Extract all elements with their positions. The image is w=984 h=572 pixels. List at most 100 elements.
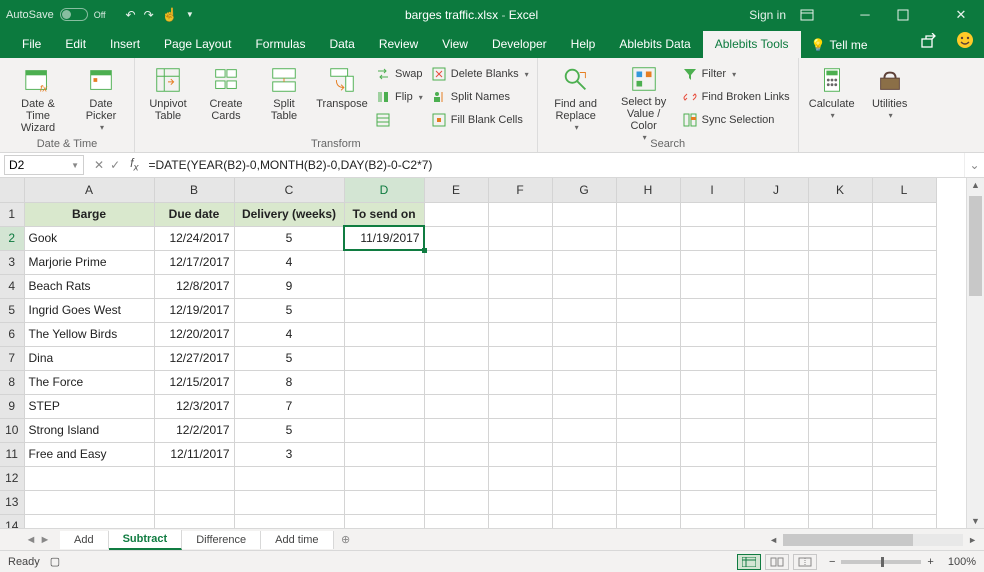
cell-D5[interactable] [344,298,424,322]
cell-K8[interactable] [808,370,872,394]
cell-C8[interactable]: 8 [234,370,344,394]
row-header-6[interactable]: 6 [0,322,24,346]
cell-J1[interactable] [744,202,808,226]
cell-F8[interactable] [488,370,552,394]
col-header-J[interactable]: J [744,178,808,202]
cell-D11[interactable] [344,442,424,466]
cell-L14[interactable] [872,514,936,528]
cell-G13[interactable] [552,490,616,514]
cell-F9[interactable] [488,394,552,418]
cell-C10[interactable]: 5 [234,418,344,442]
tab-page-layout[interactable]: Page Layout [152,31,243,58]
cell-K12[interactable] [808,466,872,490]
cell-E13[interactable] [424,490,488,514]
smiley-icon[interactable] [946,25,984,58]
cell-A12[interactable] [24,466,154,490]
cell-J5[interactable] [744,298,808,322]
find-broken-links-button[interactable]: Find Broken Links [682,87,790,107]
sheet-nav-next-icon[interactable]: ► [38,534,52,546]
cell-F7[interactable] [488,346,552,370]
tab-edit[interactable]: Edit [53,31,98,58]
cell-D7[interactable] [344,346,424,370]
cell-K14[interactable] [808,514,872,528]
undo-icon[interactable]: ↶ [126,8,136,22]
fill-blank-cells-button[interactable]: Fill Blank Cells [431,110,529,130]
namebox-dropdown-icon[interactable]: ▼ [71,161,79,170]
cell-G5[interactable] [552,298,616,322]
transpose-button[interactable]: Transpose [317,62,367,134]
row-header-8[interactable]: 8 [0,370,24,394]
sheet-tab-add-time[interactable]: Add time [261,531,333,549]
cell-H10[interactable] [616,418,680,442]
cell-K11[interactable] [808,442,872,466]
row-header-13[interactable]: 13 [0,490,24,514]
cell-G4[interactable] [552,274,616,298]
cell-J10[interactable] [744,418,808,442]
col-header-L[interactable]: L [872,178,936,202]
cell-B11[interactable]: 12/11/2017 [154,442,234,466]
col-header-C[interactable]: C [234,178,344,202]
cell-L3[interactable] [872,250,936,274]
cell-J6[interactable] [744,322,808,346]
tab-data[interactable]: Data [317,31,366,58]
tab-insert[interactable]: Insert [98,31,152,58]
cell-I13[interactable] [680,490,744,514]
cell-I14[interactable] [680,514,744,528]
cell-K9[interactable] [808,394,872,418]
cell-J14[interactable] [744,514,808,528]
zoom-in-icon[interactable]: + [927,556,933,568]
row-header-5[interactable]: 5 [0,298,24,322]
cell-B2[interactable]: 12/24/2017 [154,226,234,250]
cell-E14[interactable] [424,514,488,528]
cell-H4[interactable] [616,274,680,298]
cell-F2[interactable] [488,226,552,250]
cell-H1[interactable] [616,202,680,226]
cell-L6[interactable] [872,322,936,346]
zoom-slider[interactable] [841,560,921,564]
cell-L11[interactable] [872,442,936,466]
col-header-H[interactable]: H [616,178,680,202]
tab-view[interactable]: View [430,31,480,58]
date-picker-button[interactable]: Date Picker▾ [76,62,126,134]
cell-J13[interactable] [744,490,808,514]
sync-selection-button[interactable]: Sync Selection [682,110,790,130]
vertical-scrollbar[interactable]: ▲ ▼ [966,178,984,528]
cell-G7[interactable] [552,346,616,370]
cell-I3[interactable] [680,250,744,274]
cell-J2[interactable] [744,226,808,250]
cell-J8[interactable] [744,370,808,394]
cell-H12[interactable] [616,466,680,490]
sheet-tab-add[interactable]: Add [60,531,109,549]
cell-E3[interactable] [424,250,488,274]
cell-B10[interactable]: 12/2/2017 [154,418,234,442]
cell-B12[interactable] [154,466,234,490]
cell-C14[interactable] [234,514,344,528]
expand-formula-icon[interactable]: ⌄ [964,153,984,177]
row-header-9[interactable]: 9 [0,394,24,418]
cell-K1[interactable] [808,202,872,226]
cell-I1[interactable] [680,202,744,226]
scroll-thumb[interactable] [969,196,982,296]
row-header-10[interactable]: 10 [0,418,24,442]
cell-G6[interactable] [552,322,616,346]
formula-input[interactable]: =DATE(YEAR(B2)-0,MONTH(B2)-0,DAY(B2)-0-C… [144,158,964,172]
ribbon-display-icon[interactable] [800,8,834,22]
sheet-tab-subtract[interactable]: Subtract [109,530,183,550]
cell-L2[interactable] [872,226,936,250]
cell-A8[interactable]: The Force [24,370,154,394]
row-header-11[interactable]: 11 [0,442,24,466]
touch-mode-icon[interactable]: ☝ [162,7,178,23]
hscroll-left-icon[interactable]: ◄ [766,535,781,545]
cells-table[interactable]: ABCDEFGHIJKL1BargeDue dateDelivery (week… [0,178,937,528]
cell-A11[interactable]: Free and Easy [24,442,154,466]
autosave-toggle[interactable]: AutoSave Off [6,8,106,21]
cell-C1[interactable]: Delivery (weeks) [234,202,344,226]
cell-K3[interactable] [808,250,872,274]
cell-H7[interactable] [616,346,680,370]
macro-record-icon[interactable]: ▢ [50,555,60,568]
cell-K10[interactable] [808,418,872,442]
date-time-wizard-button[interactable]: fx Date & Time Wizard [8,62,68,134]
cell-H13[interactable] [616,490,680,514]
cell-A1[interactable]: Barge [24,202,154,226]
cell-E8[interactable] [424,370,488,394]
